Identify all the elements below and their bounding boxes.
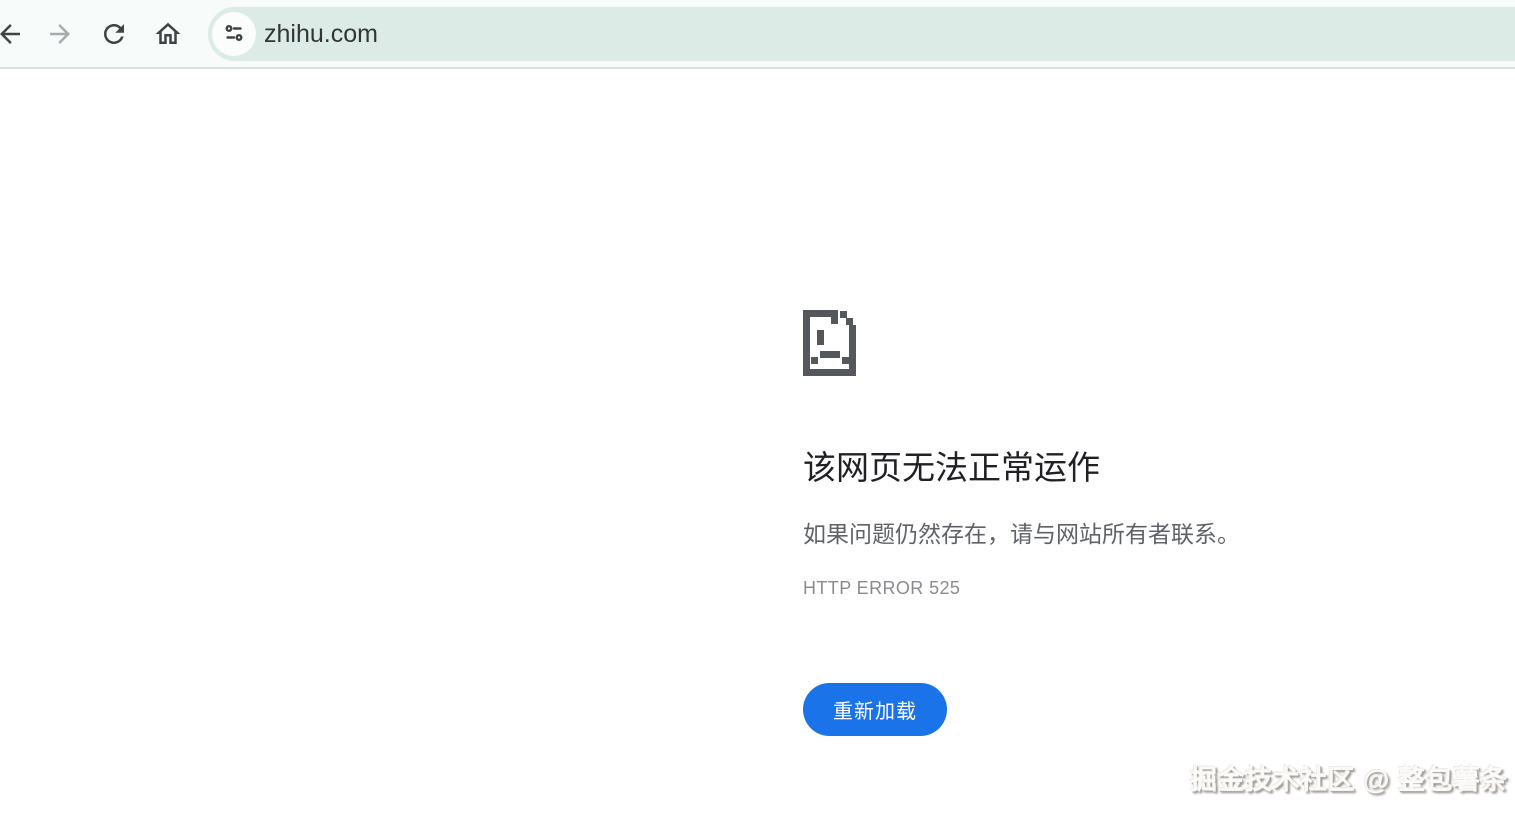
- error-code: HTTP ERROR 525: [803, 578, 1240, 599]
- back-arrow-icon: [0, 19, 25, 52]
- forward-button[interactable]: [44, 19, 76, 51]
- home-icon: [153, 19, 183, 52]
- page-reload-button[interactable]: 重新加载: [803, 683, 947, 736]
- home-button[interactable]: [152, 19, 184, 51]
- reload-button[interactable]: [98, 19, 130, 51]
- error-main: 该网页无法正常运作 如果问题仍然存在，请与网站所有者联系。 HTTP ERROR…: [803, 310, 1240, 736]
- site-settings-button[interactable]: [212, 12, 256, 56]
- browser-toolbar: zhihu.com: [0, 0, 1515, 69]
- sad-page-icon: [803, 310, 856, 376]
- error-title: 该网页无法正常运作: [803, 448, 1240, 488]
- back-button[interactable]: [0, 19, 26, 51]
- error-page: 该网页无法正常运作 如果问题仍然存在，请与网站所有者联系。 HTTP ERROR…: [0, 69, 1515, 816]
- site-settings-icon: [222, 21, 246, 48]
- watermark: 掘金技术社区 @ 整包薯条: [1190, 758, 1508, 797]
- error-message: 如果问题仍然存在，请与网站所有者联系。: [803, 515, 1240, 549]
- reload-icon: [99, 19, 129, 52]
- address-bar[interactable]: zhihu.com: [208, 7, 1515, 61]
- forward-arrow-icon: [45, 19, 75, 52]
- url-text: zhihu.com: [264, 7, 378, 61]
